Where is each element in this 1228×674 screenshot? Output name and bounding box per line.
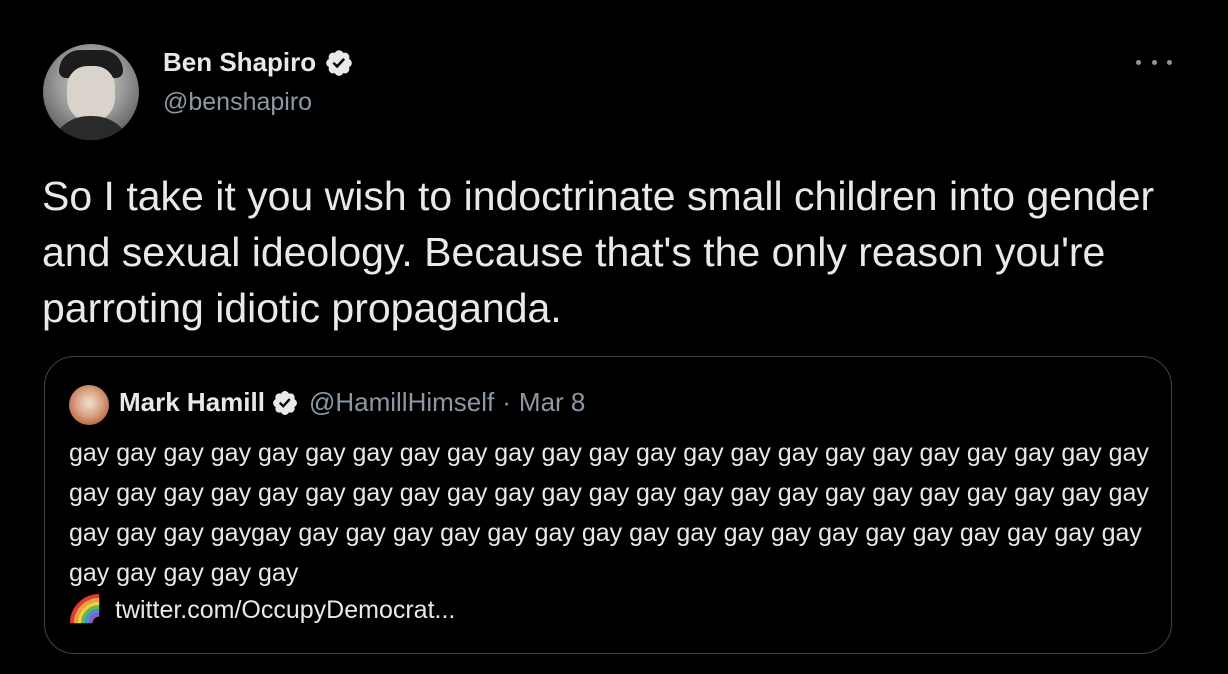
quoted-author-name: Mark Hamill [119, 387, 265, 417]
tweet-card: Ben Shapiro @benshapiro So I take it you… [0, 0, 1228, 674]
verified-badge-icon [272, 390, 297, 415]
quoted-author-handle: @HamillHimself [308, 387, 495, 417]
author-name-row: Ben Shapiro [163, 47, 354, 78]
quoted-tweet-header: Mark Hamill @HamillHimself · Mar 8 [119, 387, 585, 418]
verified-badge-icon [326, 49, 352, 76]
author-avatar[interactable] [43, 44, 139, 140]
quoted-tweet-link-row: twitter.com/OccupyDemocrat... [69, 593, 455, 627]
quoted-tweet-date: Mar 8 [518, 387, 586, 417]
author-display-name[interactable]: Ben Shapiro [163, 47, 316, 78]
more-options-icon[interactable] [1136, 52, 1172, 72]
tweet-text: So I take it you wish to indoctrinate sm… [42, 173, 1155, 331]
quoted-author-avatar [69, 385, 109, 425]
quoted-tweet-link[interactable]: twitter.com/OccupyDemocrat... [115, 596, 455, 625]
quoted-tweet[interactable]: Mark Hamill @HamillHimself · Mar 8 gay g… [44, 356, 1172, 654]
quoted-tweet-text: gay gay gay gay gay gay gay gay gay gay … [69, 439, 1149, 587]
author-handle[interactable]: @benshapiro [163, 88, 312, 117]
rainbow-icon [69, 593, 100, 624]
header-separator: · [502, 387, 511, 417]
